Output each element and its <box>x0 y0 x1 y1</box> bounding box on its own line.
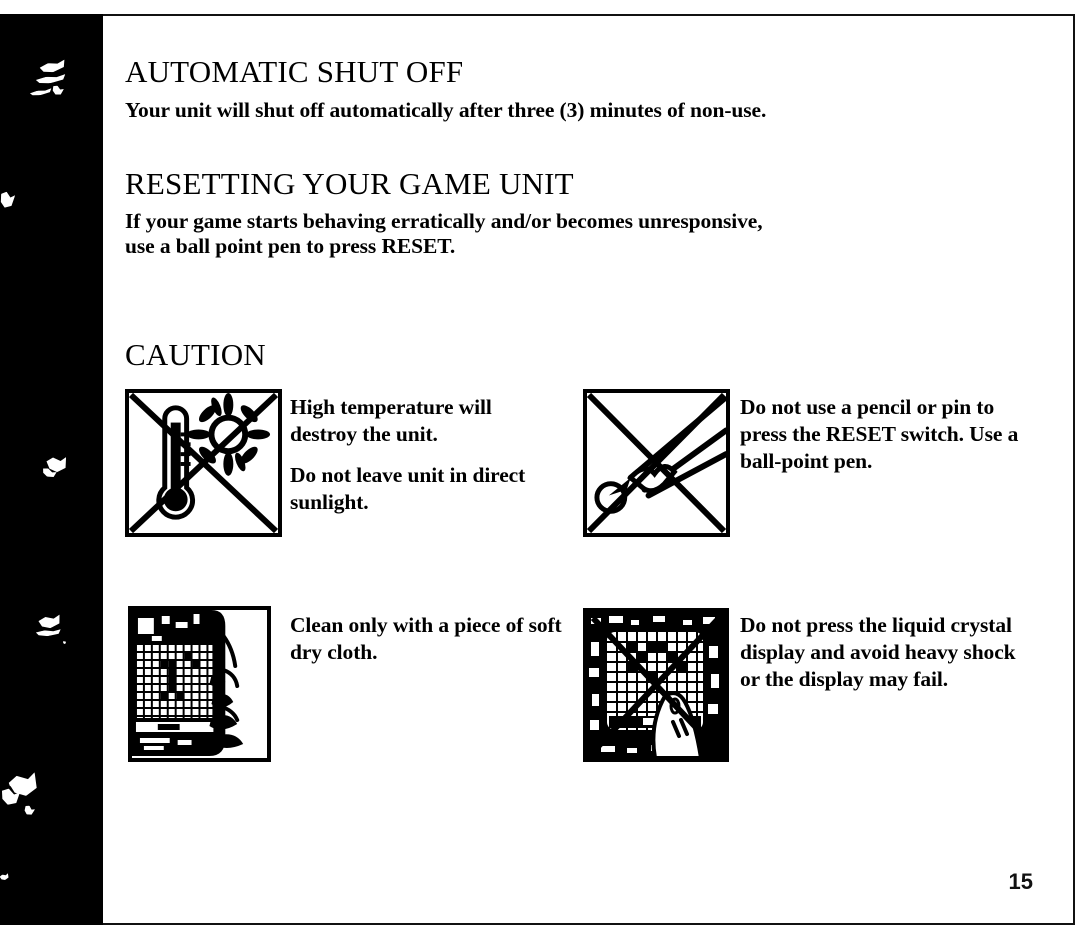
scan-speck <box>39 59 67 76</box>
caution-line: Do not leave unit in direct sunlight. <box>290 463 526 514</box>
section-heading-resetting-your-game-unit: RESETTING YOUR GAME UNIT <box>125 166 574 201</box>
page-number: 15 <box>1008 869 1033 894</box>
scan-speck <box>0 191 16 210</box>
caution-text-no-press-lcd: Do not press the liquid crystal display … <box>740 612 1040 693</box>
scan-speck <box>38 614 62 631</box>
scan-speck <box>51 84 64 96</box>
no-pencil-reset-icon <box>583 389 730 537</box>
caution-line: Do not press the liquid crystal display … <box>740 613 1016 691</box>
printed-page: AUTOMATIC SHUT OFF Your unit will shut o… <box>103 14 1075 925</box>
caution-text-no-pencil: Do not use a pencil or pin to press the … <box>740 394 1040 475</box>
scan-speck <box>23 804 36 816</box>
caution-text-high-temperature: High temperature will destroy the unit. … <box>290 394 550 516</box>
clean-with-dry-cloth-icon <box>128 606 271 762</box>
caution-heading: CAUTION <box>125 337 266 372</box>
section-body-automatic-shut-off: Your unit will shut off automatically af… <box>125 98 767 122</box>
section-body-resetting-line-1: If your game starts behaving erratically… <box>125 209 763 233</box>
caution-text-clean-cloth: Clean only with a piece of soft dry clot… <box>290 612 570 666</box>
scan-speck <box>63 641 66 644</box>
section-body-resetting-line-2: use a ball point pen to press RESET. <box>125 234 456 258</box>
scanned-manual-page: AUTOMATIC SHUT OFF Your unit will shut o… <box>0 0 1080 937</box>
scanner-gutter <box>0 14 103 925</box>
caution-line: Do not use a pencil or pin to press the … <box>740 395 1019 473</box>
caution-line: Clean only with a piece of soft dry clot… <box>290 613 562 664</box>
scan-speck <box>36 629 61 638</box>
no-press-lcd-icon <box>583 608 729 762</box>
scan-speck <box>30 88 53 97</box>
section-heading-automatic-shut-off: AUTOMATIC SHUT OFF <box>125 54 464 89</box>
caution-line: High temperature will destroy the unit. <box>290 395 492 446</box>
scan-speck <box>0 873 10 882</box>
no-high-temperature-icon <box>125 389 282 537</box>
scan-speck <box>36 73 67 85</box>
